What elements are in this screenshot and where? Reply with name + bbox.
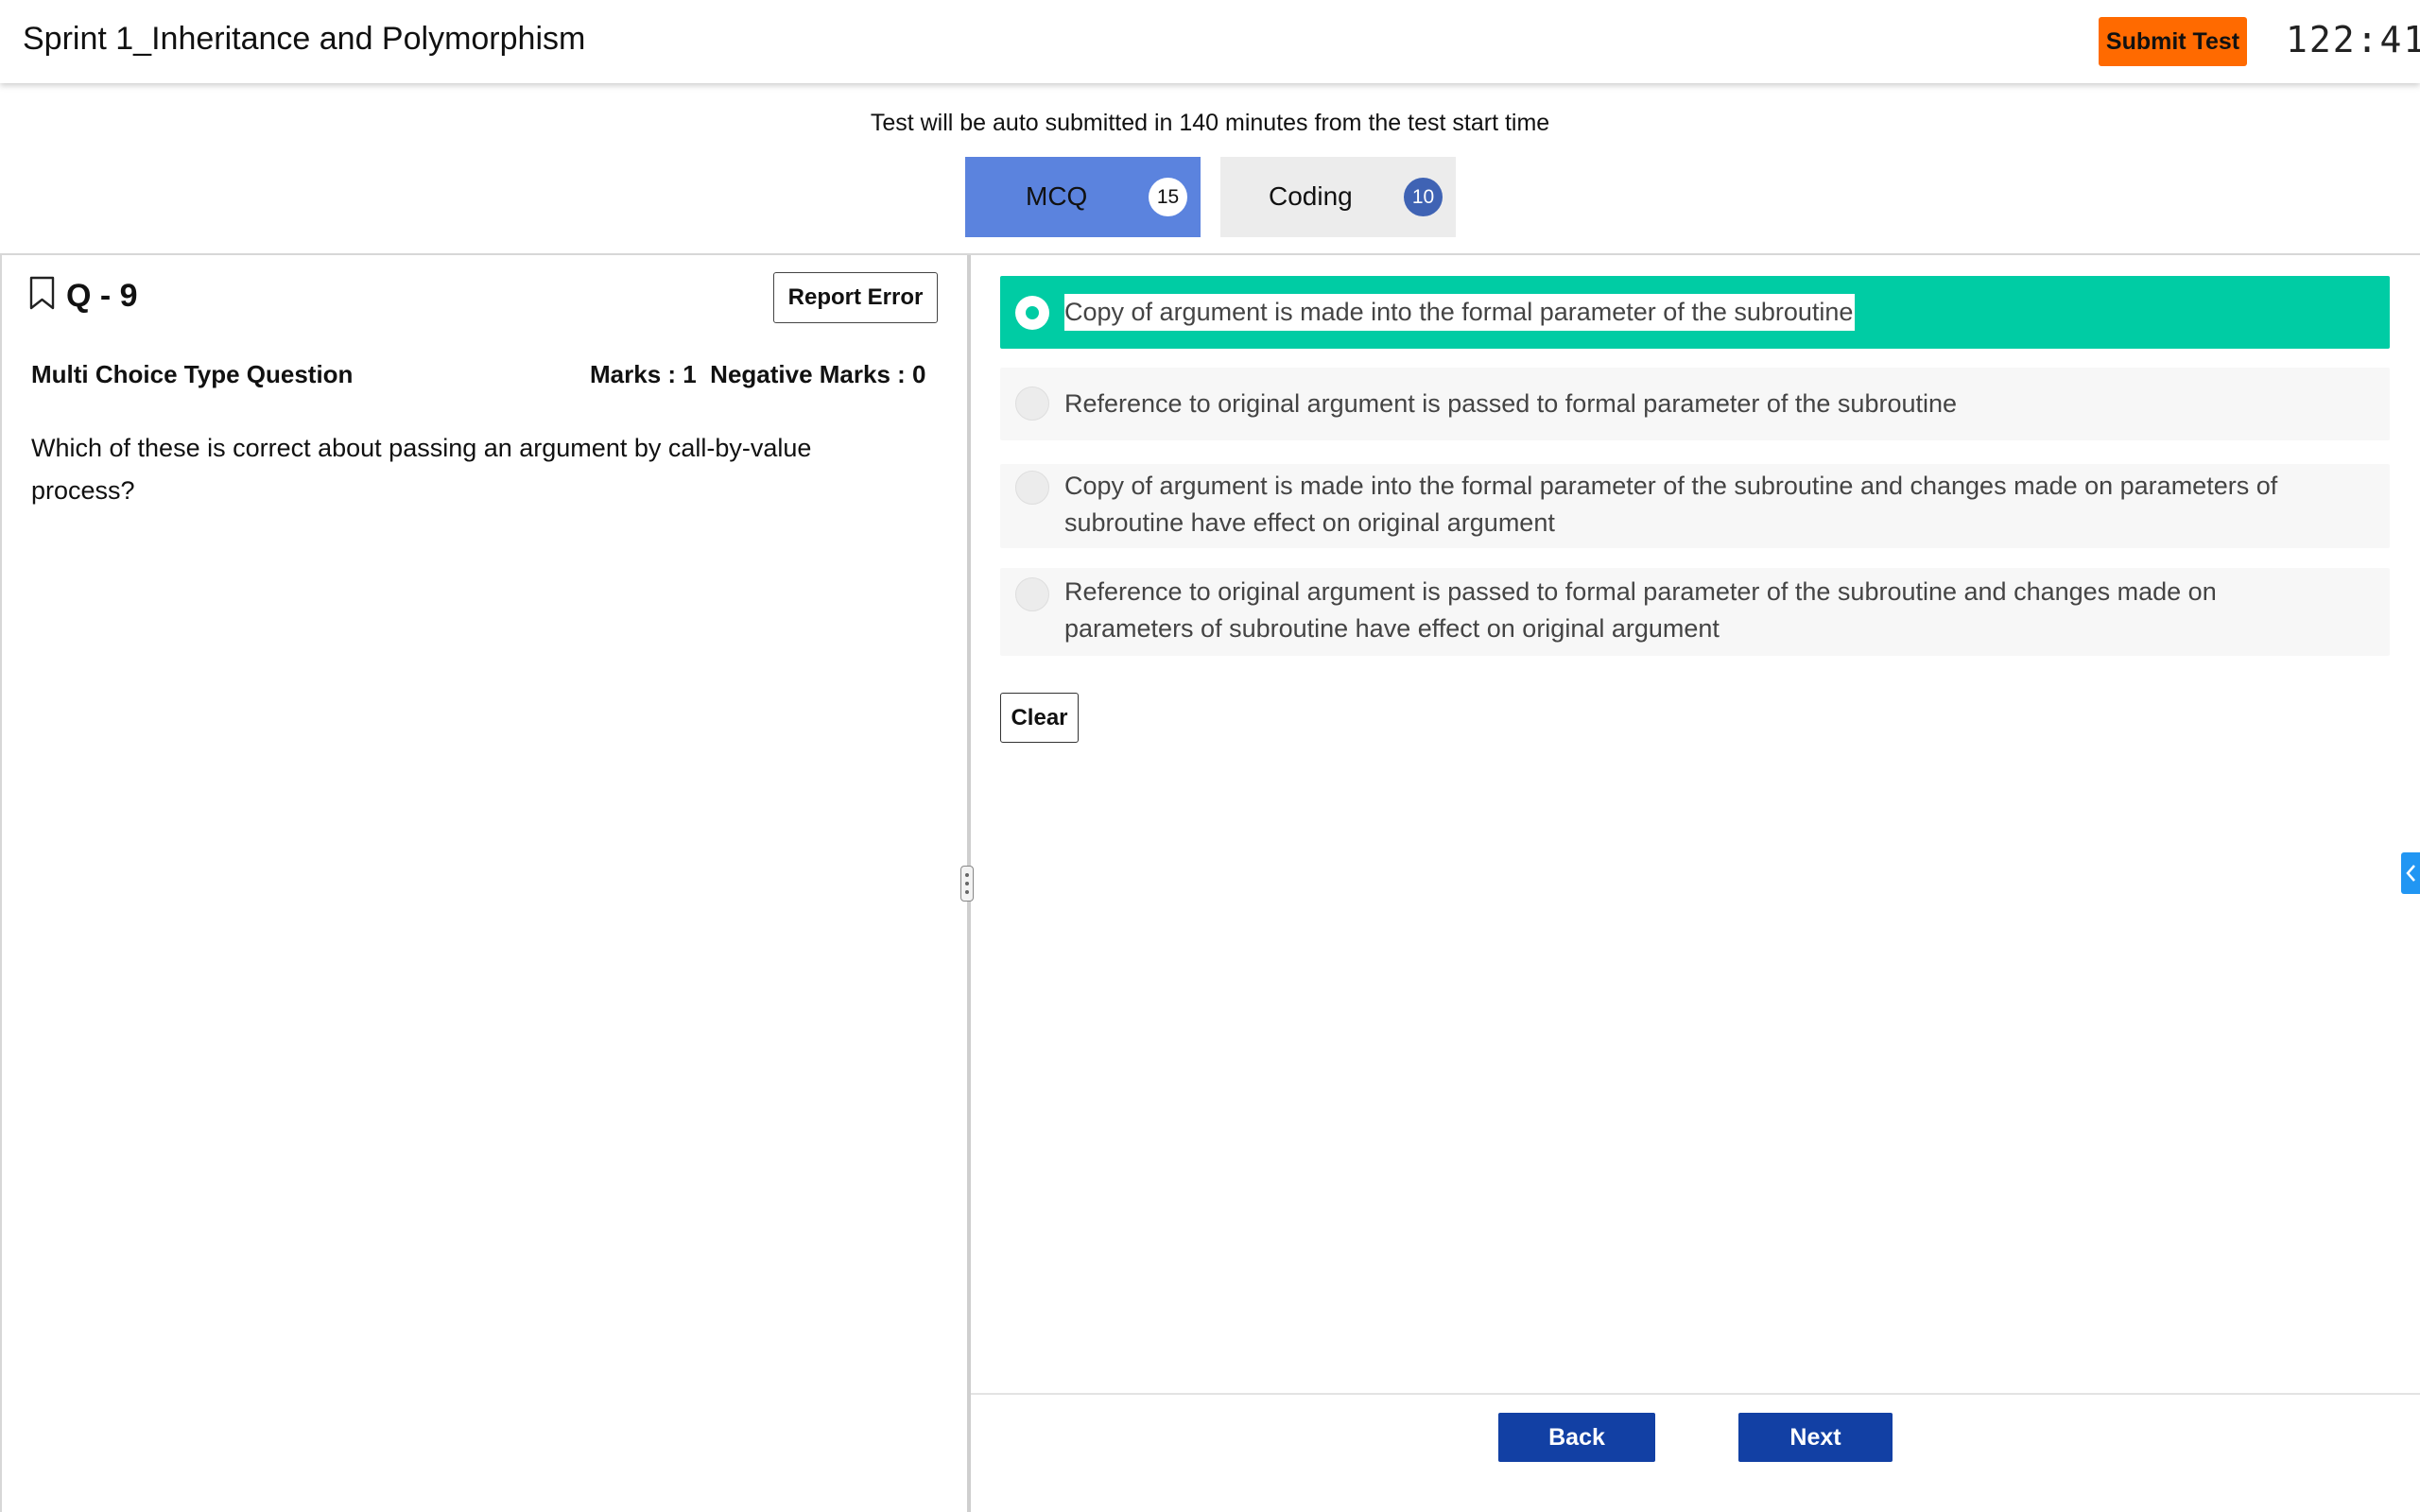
countdown-timer: 122:41 xyxy=(2286,19,2420,60)
chevron-left-icon xyxy=(2406,865,2415,882)
option-radio[interactable] xyxy=(1015,296,1049,330)
option-radio[interactable] xyxy=(1015,471,1049,505)
tab-coding-count-badge: 10 xyxy=(1404,178,1443,216)
next-button[interactable]: Next xyxy=(1738,1413,1893,1462)
tab-mcq-count-badge: 15 xyxy=(1149,178,1187,216)
page-title: Sprint 1_Inheritance and Polymorphism xyxy=(23,21,586,57)
side-panel-toggle[interactable] xyxy=(2401,852,2420,894)
splitter-grip-handle[interactable] xyxy=(960,866,974,902)
tab-coding[interactable]: Coding 10 xyxy=(1220,157,1456,237)
question-number: Q - 9 xyxy=(66,278,138,314)
grip-dot xyxy=(965,873,969,877)
clear-button[interactable]: Clear xyxy=(1000,693,1079,743)
bookmark-icon[interactable] xyxy=(28,276,57,310)
report-error-button[interactable]: Report Error xyxy=(773,272,938,323)
auto-submit-notice: Test will be auto submitted in 140 minut… xyxy=(870,110,1550,136)
top-header: Sprint 1_Inheritance and Polymorphism Su… xyxy=(0,0,2420,83)
footer-divider xyxy=(971,1393,2420,1395)
tab-coding-label: Coding xyxy=(1269,181,1353,211)
option-3[interactable]: Copy of argument is made into the formal… xyxy=(1000,464,2390,548)
option-text: Reference to original argument is passed… xyxy=(1064,389,1958,418)
option-2[interactable]: Reference to original argument is passed… xyxy=(1000,368,2390,440)
question-type: Multi Choice Type Question xyxy=(31,360,354,388)
tab-mcq-label: MCQ xyxy=(1026,181,1088,211)
marks-info: Marks : 1 Negative Marks : 0 xyxy=(590,360,926,388)
question-text: Which of these is correct about passing … xyxy=(31,434,812,505)
option-4[interactable]: Reference to original argument is passed… xyxy=(1000,568,2390,656)
option-text: Copy of argument is made into the formal… xyxy=(1064,472,2278,537)
option-radio[interactable] xyxy=(1015,387,1049,421)
option-1[interactable]: Copy of argument is made into the formal… xyxy=(1000,276,2390,349)
back-button[interactable]: Back xyxy=(1498,1413,1655,1462)
tab-mcq[interactable]: MCQ 15 xyxy=(965,157,1201,237)
option-radio[interactable] xyxy=(1015,577,1049,611)
submit-test-button[interactable]: Submit Test xyxy=(2099,17,2247,66)
option-text: Copy of argument is made into the formal… xyxy=(1064,294,1856,331)
option-text: Reference to original argument is passed… xyxy=(1064,577,2217,643)
grip-dot xyxy=(965,882,969,885)
grip-dot xyxy=(965,890,969,894)
